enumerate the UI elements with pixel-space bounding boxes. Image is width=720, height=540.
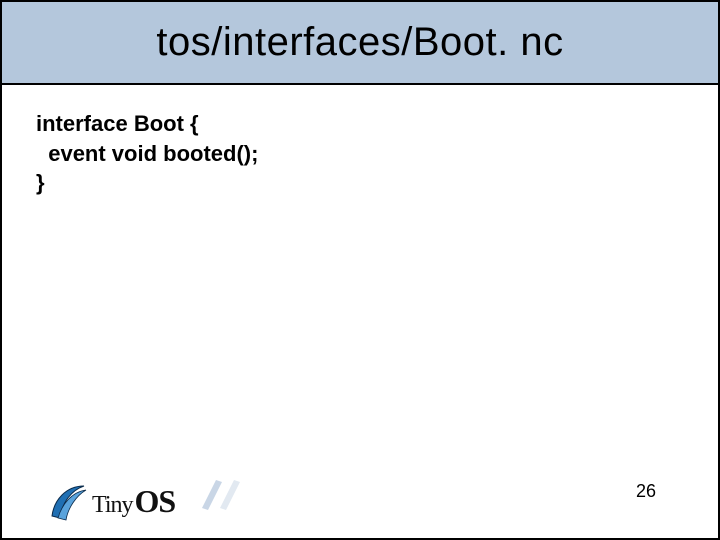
code-line-1: interface Boot { [36,111,199,136]
logo-swoosh-icon [48,480,88,522]
accent-slash-icon [202,478,248,512]
code-line-2: event void booted(); [36,141,258,166]
code-line-3: } [36,170,45,195]
tinyos-logo: Tiny OS [48,480,175,522]
slide-body: interface Boot { event void booted(); } [2,85,718,198]
logo-text-tiny: Tiny [92,493,132,517]
logo-text: Tiny OS [92,485,175,517]
code-block: interface Boot { event void booted(); } [36,109,684,198]
page-number: 26 [636,481,656,502]
slide-title: tos/interfaces/Boot. nc [12,20,708,65]
logo-text-os: OS [134,485,175,517]
slide: tos/interfaces/Boot. nc interface Boot {… [0,0,720,540]
slide-footer: Tiny OS 26 [2,468,718,524]
title-bar: tos/interfaces/Boot. nc [2,2,718,85]
